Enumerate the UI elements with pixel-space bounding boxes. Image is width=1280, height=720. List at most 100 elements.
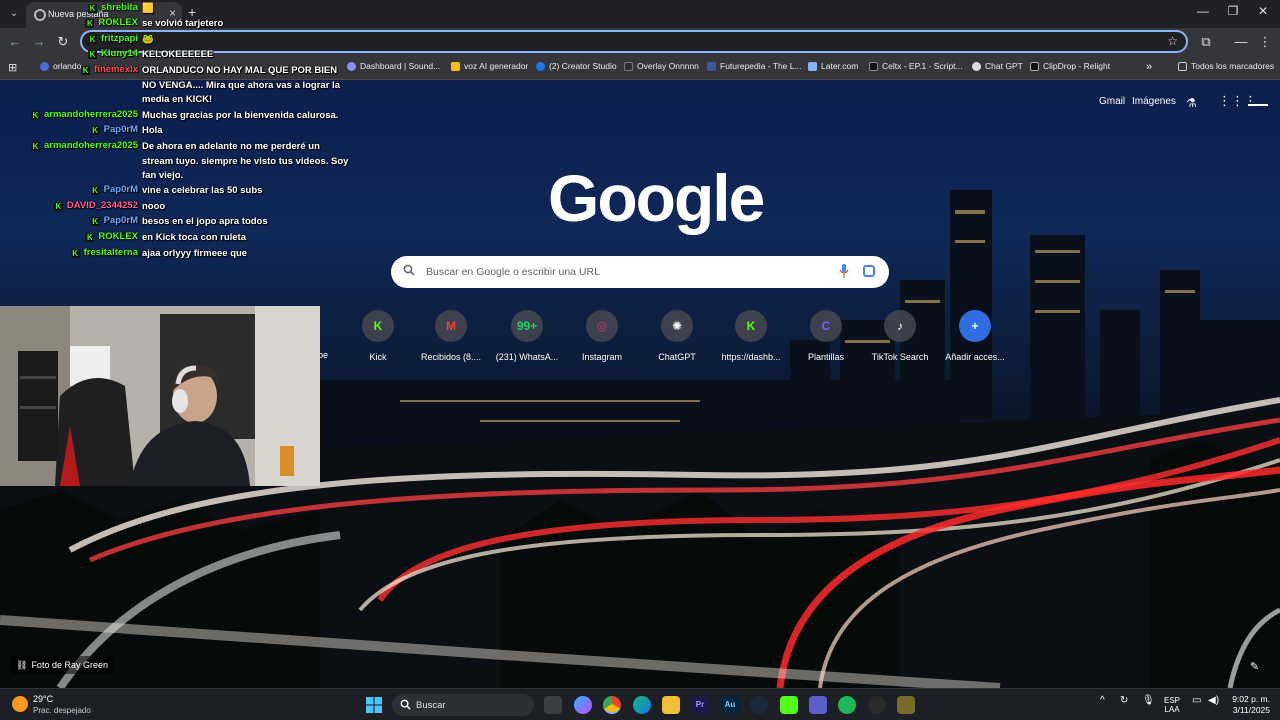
shortcut-tile[interactable]: C Plantillas: [786, 310, 866, 362]
back-button[interactable]: ←: [6, 33, 24, 51]
chrome-menu-icon[interactable]: ⋮: [1256, 33, 1274, 51]
chat-message-text: besos en el jopo apra todos: [142, 216, 268, 227]
chat-username: K Pap0rM: [90, 124, 138, 135]
shortcut-tile[interactable]: ♪ TikTok Search: [860, 310, 940, 362]
kick-badge-icon: K: [31, 111, 40, 120]
kick-badge-icon: K: [90, 126, 100, 135]
weather-temperature[interactable]: 29°C: [33, 694, 53, 704]
side-panel-icon[interactable]: —: [1232, 33, 1250, 51]
steam-icon[interactable]: [750, 696, 768, 714]
shortcut-label: (231) WhatsA...: [495, 352, 559, 362]
shortcut-tile[interactable]: ✺ ChatGPT: [637, 310, 717, 362]
teams-icon[interactable]: [809, 696, 827, 714]
weather-description[interactable]: Prac. despejado: [33, 706, 91, 715]
kick-badge-icon: K: [90, 186, 100, 195]
audition-icon[interactable]: Au: [721, 696, 739, 714]
premiere-pro-icon[interactable]: Pr: [691, 696, 709, 714]
voice-search-icon[interactable]: [839, 264, 849, 278]
labs-flask-icon[interactable]: ⚗: [1186, 96, 1197, 110]
account-avatar[interactable]: [1248, 92, 1268, 106]
apps-grid-icon[interactable]: ⊞: [8, 61, 17, 74]
shortcut-label: https://dashb...: [721, 352, 781, 362]
kick-badge-icon: K: [90, 217, 100, 226]
google-lens-icon[interactable]: [863, 265, 875, 277]
chat-message-text: nooo: [142, 201, 166, 212]
kick-badge-icon: K: [85, 19, 95, 28]
all-bookmarks[interactable]: Todos los marcadores: [1178, 61, 1274, 71]
bookmark-item[interactable]: orlando: [40, 61, 81, 71]
chat-message-text: 🟨: [142, 3, 154, 14]
shortcut-tile[interactable]: 99+ (231) WhatsA...: [487, 310, 567, 362]
search-icon: [403, 264, 415, 276]
volume-icon[interactable]: ◀): [1208, 696, 1219, 706]
chat-username-text: DAVID_2344252: [66, 200, 138, 211]
task-view-icon[interactable]: [544, 696, 562, 714]
windows-taskbar: 29°C Prac. despejado Buscar Pr Au ^ ↻ 🎙 …: [0, 688, 1280, 720]
search-icon: [400, 699, 411, 710]
reload-button[interactable]: ↻: [54, 33, 72, 51]
bookmark-item[interactable]: Futurepedia - The L...: [707, 61, 802, 71]
chat-message-text: ajaa orlyyy firmeee que: [142, 248, 248, 259]
shortcut-tile[interactable]: K Kick: [338, 310, 418, 362]
network-icon[interactable]: ▭: [1192, 696, 1201, 706]
shortcut-tile[interactable]: M Recibidos (8....: [411, 310, 491, 362]
shortcut-label: Recibidos (8....: [420, 352, 482, 362]
minimize-button[interactable]: —: [1188, 4, 1218, 18]
language-indicator[interactable]: ESP LAA: [1164, 696, 1180, 714]
kick-badge-icon: K: [88, 50, 98, 59]
close-window-button[interactable]: ✕: [1248, 4, 1278, 18]
bookmark-item[interactable]: Dashboard | Sound...: [347, 61, 440, 71]
obs-icon[interactable]: [868, 696, 886, 714]
more-bookmarks-icon[interactable]: »: [1146, 61, 1152, 73]
google-search-box[interactable]: Buscar en Google o escribir una URL: [391, 256, 889, 288]
game-app-icon[interactable]: [897, 696, 915, 714]
bookmark-item[interactable]: Celtx - EP.1 - Script...: [869, 61, 963, 71]
chat-message-text: KELOKEEEEEE: [142, 49, 214, 60]
copilot-icon[interactable]: [574, 696, 592, 714]
shortcut-tile[interactable]: + Añadir acces...: [935, 310, 1015, 362]
chat-username: Kshrebita: [88, 2, 138, 13]
kick-badge-icon: K: [85, 233, 95, 242]
microphone-icon[interactable]: 🎙: [1142, 696, 1155, 706]
images-link[interactable]: Imágenes: [1132, 96, 1176, 107]
taskbar-clock[interactable]: 9:02 p. m. 3/11/2025: [1226, 694, 1270, 716]
tray-sync-icon[interactable]: ↻: [1120, 696, 1128, 706]
bookmark-item[interactable]: Chat GPT: [972, 61, 1023, 71]
tab-search-icon[interactable]: ⌄: [6, 6, 22, 22]
chat-username: K Pap0rM: [90, 215, 138, 226]
chat-username-text: Kluny14: [101, 48, 138, 59]
taskbar-search[interactable]: Buscar: [392, 694, 534, 716]
photo-credit-link[interactable]: ⛓ Foto de Ray Green: [10, 656, 114, 674]
file-explorer-icon[interactable]: [662, 696, 680, 714]
restore-button[interactable]: ❐: [1218, 4, 1248, 18]
chat-username-text: finemexix: [94, 64, 138, 75]
extensions-icon[interactable]: ⧉: [1197, 33, 1215, 51]
edge-icon[interactable]: [633, 696, 651, 714]
bookmark-favicon-icon: [451, 61, 460, 71]
spotify-icon[interactable]: [838, 696, 856, 714]
chat-username: Kfresitalterna: [70, 247, 138, 258]
weather-icon[interactable]: [12, 696, 28, 712]
bookmark-favicon-icon: [1030, 61, 1039, 71]
bookmark-item[interactable]: Later.com: [808, 61, 858, 71]
chrome-taskbar-icon[interactable]: [603, 696, 621, 714]
chat-username: Kfritzpapi: [88, 33, 138, 44]
forward-button[interactable]: →: [30, 33, 48, 51]
shortcut-tile[interactable]: ◎ Instagram: [562, 310, 642, 362]
customize-pencil-icon[interactable]: ✎: [1250, 660, 1259, 673]
bookmark-item[interactable]: voz AI generador: [451, 61, 528, 71]
tray-overflow-icon[interactable]: ^: [1100, 696, 1105, 706]
gmail-link[interactable]: Gmail: [1099, 96, 1125, 107]
google-logo: Google: [548, 161, 765, 235]
chat-username-text: shrebita: [101, 2, 138, 13]
bookmark-star-icon[interactable]: ☆: [1167, 34, 1178, 48]
windows-start-icon[interactable]: [366, 697, 382, 713]
bookmark-favicon-icon: [707, 61, 716, 71]
shortcut-tile[interactable]: Khttps://dashb...: [711, 310, 791, 362]
bookmark-item[interactable]: Overlay Onnnnn: [624, 61, 699, 71]
chat-message-text: se volvió tarjetero: [142, 18, 224, 29]
bookmark-favicon-icon: [624, 61, 633, 71]
bookmark-item[interactable]: ClipDrop - Relight: [1030, 61, 1110, 71]
kick-app-icon[interactable]: [780, 696, 798, 714]
bookmark-item[interactable]: (2) Creator Studio: [536, 61, 617, 71]
